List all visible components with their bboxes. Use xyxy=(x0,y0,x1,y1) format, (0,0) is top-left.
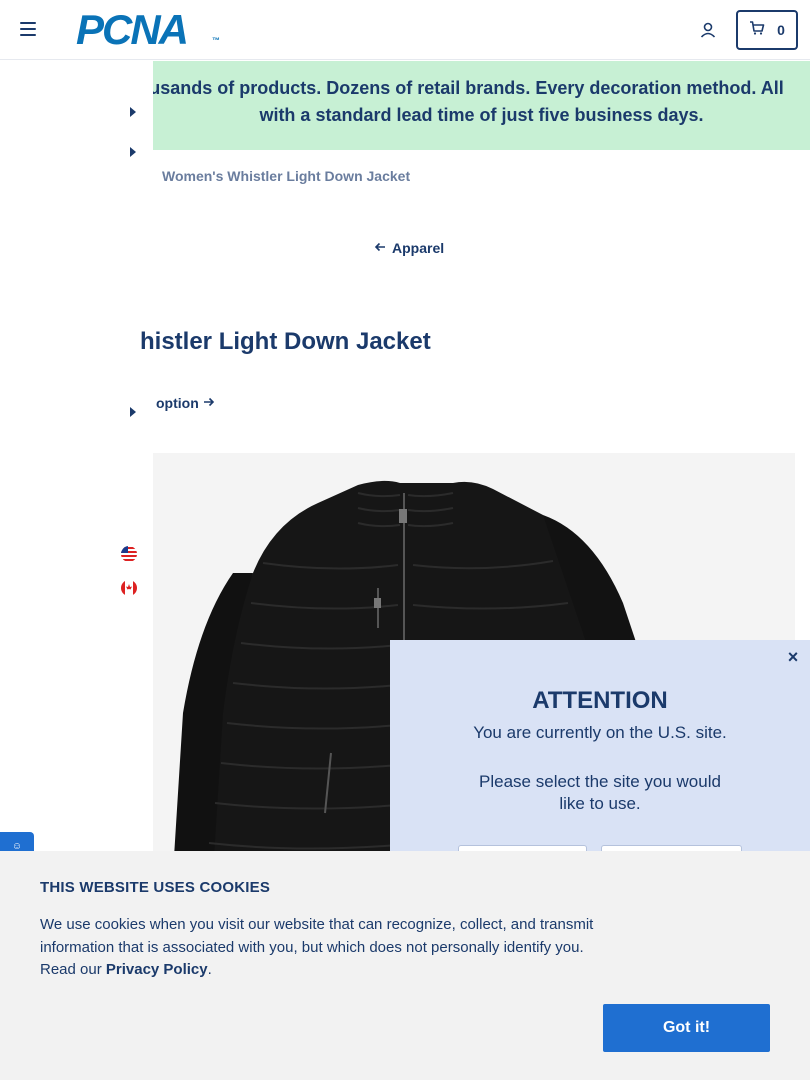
attention-title: ATTENTION xyxy=(532,687,668,714)
cookie-title: THIS WEBSITE USES COOKIES xyxy=(40,879,271,896)
canada-flag-icon[interactable] xyxy=(121,580,137,596)
cookie-accept-button[interactable]: Got it! xyxy=(603,1004,770,1052)
attention-line-2: Please select the site you would xyxy=(479,772,721,791)
cookie-text-end: . xyxy=(207,961,212,978)
attention-line-3: like to use. xyxy=(559,794,641,813)
account-icon[interactable] xyxy=(698,20,718,40)
hamburger-icon[interactable] xyxy=(20,22,36,36)
pcna-logo[interactable]: PCNA ™ xyxy=(76,9,220,51)
promo-banner: usands of products. Dozens of retail bra… xyxy=(153,61,810,150)
attention-line-1: You are currently on the U.S. site. xyxy=(473,723,727,742)
breadcrumb[interactable]: Women's Whistler Light Down Jacket xyxy=(162,168,410,184)
promo-text: usands of products. Dozens of retail bra… xyxy=(153,75,810,129)
logo-text: PCNA xyxy=(76,6,189,53)
site-header: PCNA ™ 0 xyxy=(0,0,810,60)
caret-right-icon[interactable] xyxy=(130,147,136,157)
product-title: histler Light Down Jacket xyxy=(140,328,431,355)
promo-line-2: with a standard lead time of just five b… xyxy=(259,105,704,125)
caret-right-icon[interactable] xyxy=(130,107,136,117)
attention-modal xyxy=(390,640,810,880)
option-link-label: option xyxy=(156,395,199,411)
back-to-apparel-link[interactable]: Apparel xyxy=(374,240,444,256)
arrow-left-icon xyxy=(374,240,386,256)
us-flag-icon[interactable] xyxy=(121,546,137,562)
left-nav-rail xyxy=(0,61,153,851)
option-link[interactable]: option xyxy=(156,395,215,411)
privacy-policy-link[interactable]: Privacy Policy xyxy=(106,961,208,978)
cookie-banner: THIS WEBSITE USES COOKIES We use cookies… xyxy=(0,851,810,1080)
cart-button[interactable]: 0 xyxy=(736,10,798,50)
cookie-text: We use cookies when you visit our websit… xyxy=(40,914,610,982)
cart-icon xyxy=(749,20,765,41)
close-icon[interactable]: × xyxy=(784,648,802,666)
logo-tm: ™ xyxy=(212,36,220,45)
cart-count: 0 xyxy=(777,22,785,38)
arrow-right-icon xyxy=(203,395,215,411)
promo-line-1: usands of products. Dozens of retail bra… xyxy=(153,78,784,98)
caret-right-icon[interactable] xyxy=(130,407,136,417)
back-link-label: Apparel xyxy=(392,240,445,256)
